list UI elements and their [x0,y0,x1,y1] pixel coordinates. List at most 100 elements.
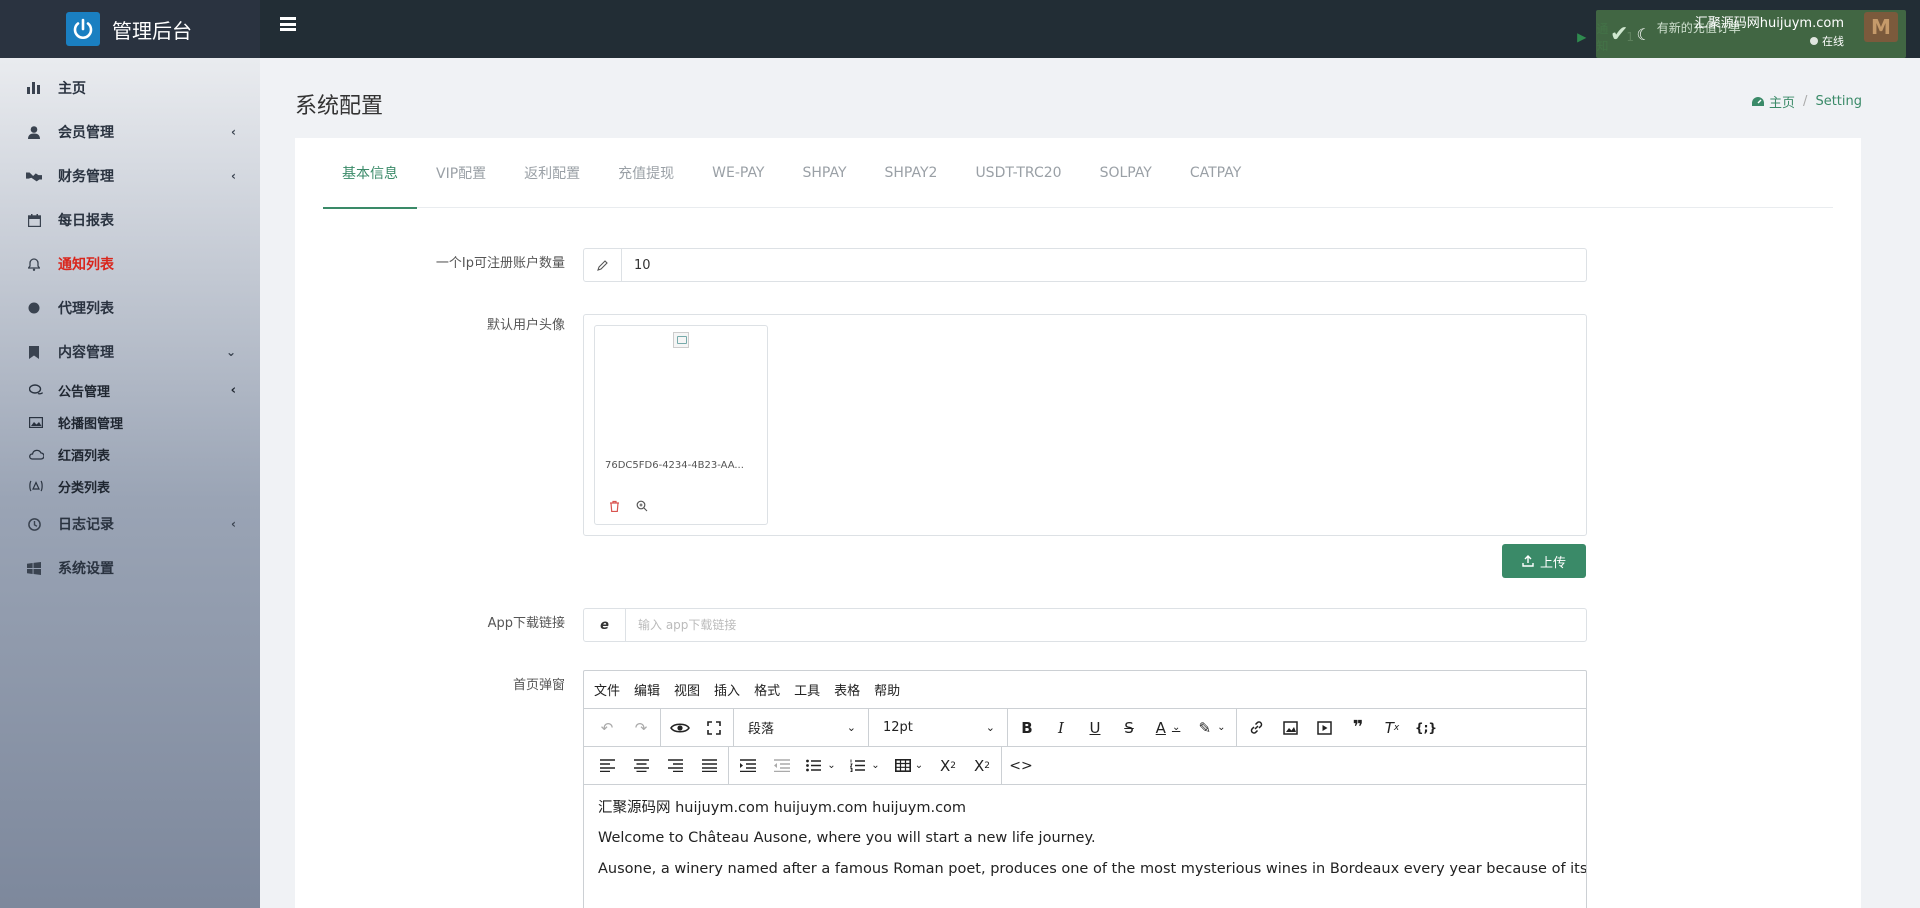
avatar[interactable]: M [1864,12,1898,42]
menu-table[interactable]: 表格 [834,680,860,699]
strikethrough-icon[interactable]: S [1112,713,1146,743]
subscript-icon[interactable]: X2 [931,751,965,781]
zoom-in-icon[interactable] [636,500,648,515]
sidebar-item-wine-list[interactable]: 红酒列表 [0,438,260,470]
chevron-down-icon: ⌄ [846,721,856,734]
superscript-icon[interactable]: X2 [965,751,999,781]
sidebar-item-logs[interactable]: 日志记录 ‹ [0,502,260,546]
code-sample-icon[interactable]: {;} [1409,713,1443,743]
blockquote-icon[interactable]: ❞ [1341,713,1375,743]
editor-content[interactable]: 汇聚源码网 huijuym.com huijuym.com huijuym.co… [584,785,1586,900]
sidebar-item-content[interactable]: 内容管理 ⌄ [0,330,260,374]
link-icon[interactable] [1239,713,1273,743]
ip-limit-input[interactable] [622,249,1586,281]
toolbar-divider [1236,708,1237,747]
bullet-list-icon[interactable]: ⌄ [799,751,843,781]
text-color-icon[interactable]: A ⌄ [1146,713,1190,743]
editor-paragraph: 汇聚源码网 huijuym.com huijuym.com huijuym.co… [598,800,967,816]
italic-icon[interactable]: I [1044,713,1078,743]
tab-shpay2[interactable]: SHPAY2 [866,138,957,208]
block-format-value: 段落 [748,722,775,737]
sidebar-item-members[interactable]: 会员管理 ‹ [0,110,260,154]
tab-catpay[interactable]: CATPAY [1171,138,1260,208]
editor-menubar: 文件 编辑 视图 插入 格式 工具 表格 帮助 [584,671,1586,709]
clear-format-icon[interactable]: Tx [1375,713,1409,743]
sidebar-item-announcements[interactable]: 公告管理 ‹ [0,374,260,406]
sidebar-item-categories[interactable]: 分类列表 [0,470,260,502]
breadcrumb: 主页 / Setting [1751,92,1862,111]
upload-button[interactable]: 上传 [1502,544,1586,578]
play-icon: ▶ [1577,30,1587,44]
align-center-icon[interactable] [624,751,658,781]
menu-insert[interactable]: 插入 [714,680,740,699]
preview-icon[interactable] [663,713,697,743]
sidebar-item-finance[interactable]: 财务管理 ‹ [0,154,260,198]
status-dot [1810,37,1818,45]
rich-text-editor: 文件 编辑 视图 插入 格式 工具 表格 帮助 ↶ ↷ 段落 ⌄ 12pt ⌄ … [583,670,1587,908]
outdent-icon[interactable] [765,751,799,781]
redo-icon[interactable]: ↷ [624,713,658,743]
tab-we-pay[interactable]: WE-PAY [693,138,783,208]
sidebar-item-label: 代理列表 [58,301,114,317]
block-format-select[interactable]: 段落 ⌄ [736,713,866,743]
tab-vip-config[interactable]: VIP配置 [417,138,505,208]
menu-view[interactable]: 视图 [674,680,700,699]
sidebar-item-agents[interactable]: 代理列表 [0,286,260,330]
app-link-group: e [583,608,1587,642]
underline-icon[interactable]: U [1078,713,1112,743]
sidebar-item-daily-report[interactable]: 每日报表 [0,198,260,242]
fullscreen-icon[interactable] [697,713,731,743]
sidebar-item-carousel[interactable]: 轮播图管理 [0,406,260,438]
align-right-icon[interactable] [658,751,692,781]
menu-format[interactable]: 格式 [754,680,780,699]
user-status: 在线 [1695,33,1844,49]
tab-solpay[interactable]: SOLPAY [1081,138,1171,208]
app-link-input[interactable] [626,609,1586,641]
source-code-icon[interactable]: <> [1004,751,1038,781]
menu-edit[interactable]: 编辑 [634,680,660,699]
user-menu[interactable]: 汇聚源码网huijuym.com 在线 [1695,12,1844,49]
chevron-left-icon: ‹ [231,169,236,183]
ie-icon: e [584,609,626,641]
tab-deposit-withdraw[interactable]: 充值提现 [599,138,693,208]
breadcrumb-current[interactable]: Setting [1815,94,1862,109]
sidebar-item-home[interactable]: 主页 [0,66,260,110]
insert-media-icon[interactable] [1307,713,1341,743]
highlight-color-icon[interactable]: ✎ ⌄ [1190,713,1234,743]
menu-toggle-icon[interactable] [280,17,296,31]
tab-shpay[interactable]: SHPAY [784,138,866,208]
tab-usdt-trc20[interactable]: USDT-TRC20 [956,138,1080,208]
avatar-preview-area: 76DC5FD6-4234-4B23-AA... [583,314,1587,536]
tab-basic-info[interactable]: 基本信息 [323,138,417,209]
tab-rebate-config[interactable]: 返利配置 [505,138,599,208]
sidebar-item-label: 会员管理 [58,125,114,141]
windows-icon [26,560,42,576]
app-link-label: App下载链接 [487,616,565,631]
dashboard-icon [1752,97,1765,106]
brand[interactable]: 管理后台 [0,0,260,58]
pencil-icon [584,249,622,281]
indent-icon[interactable] [731,751,765,781]
breadcrumb-home[interactable]: 主页 [1751,92,1795,111]
sidebar-item-label: 轮播图管理 [58,416,124,432]
menu-help[interactable]: 帮助 [874,680,900,699]
menu-tools[interactable]: 工具 [794,680,820,699]
trash-icon[interactable] [609,500,620,515]
align-left-icon[interactable] [590,751,624,781]
undo-icon[interactable]: ↶ [590,713,624,743]
table-icon[interactable]: ⌄ [887,751,931,781]
sidebar-item-settings[interactable]: 系统设置 [0,546,260,590]
numbered-list-icon[interactable]: ⌄ [843,751,887,781]
insert-image-icon[interactable] [1273,713,1307,743]
sidebar-item-notifications[interactable]: 通知列表 [0,242,260,286]
align-justify-icon[interactable] [692,751,726,781]
bold-icon[interactable]: B [1010,713,1044,743]
avatar-file-name: 76DC5FD6-4234-4B23-AA... [605,460,744,471]
sidebar-item-label: 分类列表 [58,480,111,496]
font-size-select[interactable]: 12pt ⌄ [871,713,1005,743]
toolbar-divider [660,708,661,747]
menu-file[interactable]: 文件 [594,680,620,699]
bell-icon [26,256,42,272]
chart-icon [26,80,42,96]
page-title: 系统配置 [295,94,384,119]
